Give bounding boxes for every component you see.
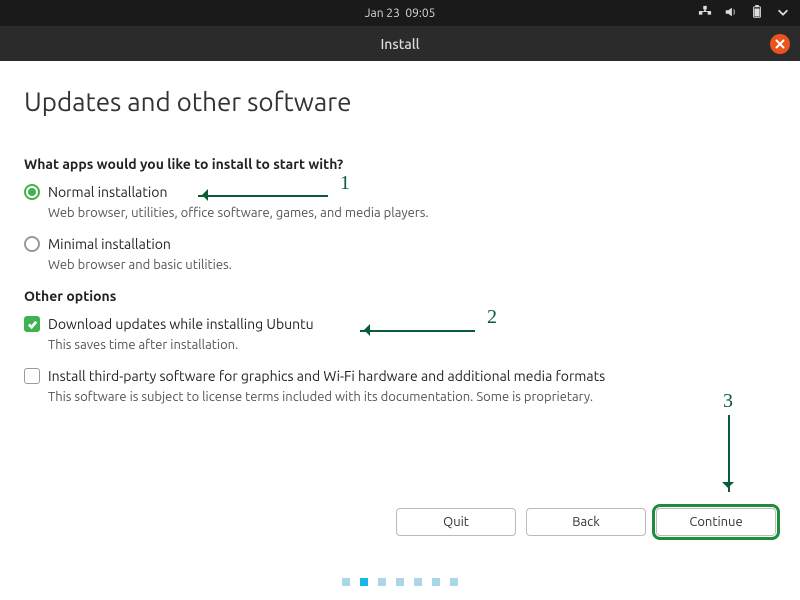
continue-button[interactable]: Continue bbox=[656, 508, 776, 536]
annotation-arrow-3 bbox=[727, 415, 729, 492]
apps-question: What apps would you like to install to s… bbox=[24, 156, 776, 172]
checkbox-icon bbox=[24, 368, 40, 384]
progress-dot bbox=[432, 578, 440, 586]
button-row: Quit Back Continue bbox=[396, 508, 776, 536]
thirdparty-checkbox[interactable]: Install third-party software for graphic… bbox=[24, 368, 776, 384]
progress-dot bbox=[414, 578, 422, 586]
system-tray[interactable] bbox=[698, 5, 790, 22]
minimal-install-radio[interactable]: Minimal installation bbox=[24, 236, 776, 252]
network-icon[interactable] bbox=[698, 5, 712, 22]
other-options-heading: Other options bbox=[24, 288, 776, 304]
thirdparty-desc: This software is subject to license term… bbox=[48, 390, 776, 404]
normal-install-radio[interactable]: Normal installation bbox=[24, 184, 776, 200]
progress-dot bbox=[378, 578, 386, 586]
minimal-install-desc: Web browser and basic utilities. bbox=[48, 258, 776, 272]
chevron-down-icon[interactable] bbox=[776, 5, 790, 22]
volume-icon[interactable] bbox=[724, 5, 738, 22]
progress-dots bbox=[342, 578, 458, 586]
progress-dot bbox=[342, 578, 350, 586]
thirdparty-label: Install third-party software for graphic… bbox=[48, 368, 605, 384]
close-icon bbox=[775, 39, 785, 49]
quit-button[interactable]: Quit bbox=[396, 508, 516, 536]
installer-content: Updates and other software What apps wou… bbox=[0, 61, 800, 404]
back-button[interactable]: Back bbox=[526, 508, 646, 536]
window-title: Install bbox=[380, 36, 419, 52]
system-topbar: Jan 23 09:05 bbox=[0, 0, 800, 26]
clock: Jan 23 09:05 bbox=[365, 7, 436, 20]
close-button[interactable] bbox=[770, 34, 790, 54]
download-updates-desc: This saves time after installation. bbox=[48, 338, 776, 352]
progress-dot bbox=[450, 578, 458, 586]
progress-dot bbox=[360, 578, 368, 586]
window-titlebar: Install bbox=[0, 26, 800, 61]
normal-install-desc: Web browser, utilities, office software,… bbox=[48, 206, 776, 220]
checkbox-icon bbox=[24, 316, 40, 332]
download-updates-checkbox[interactable]: Download updates while installing Ubuntu bbox=[24, 316, 776, 332]
battery-icon[interactable] bbox=[750, 5, 764, 22]
radio-icon bbox=[24, 236, 40, 252]
normal-install-label: Normal installation bbox=[48, 184, 167, 200]
minimal-install-label: Minimal installation bbox=[48, 236, 171, 252]
download-updates-label: Download updates while installing Ubuntu bbox=[48, 316, 314, 332]
radio-icon bbox=[24, 184, 40, 200]
page-title: Updates and other software bbox=[24, 87, 776, 116]
progress-dot bbox=[396, 578, 404, 586]
